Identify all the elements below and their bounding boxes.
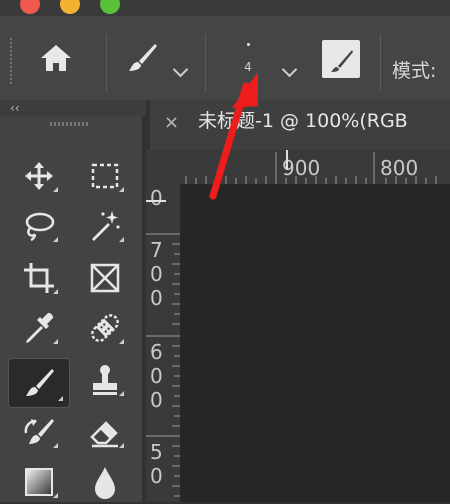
annotation-arrow-icon: [209, 72, 258, 200]
